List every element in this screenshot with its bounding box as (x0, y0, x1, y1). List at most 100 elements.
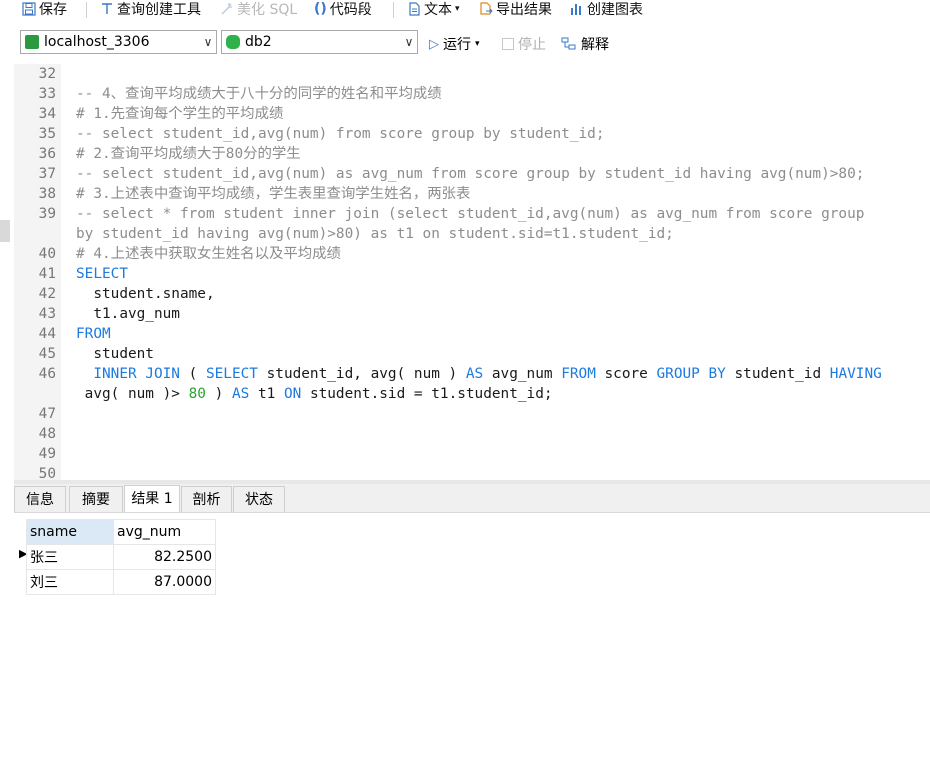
code-text: by student_id having avg(num)>80) as t1 … (76, 224, 674, 244)
code-token: t1.avg_num (76, 306, 180, 322)
explain-button[interactable]: 解释 (561, 34, 609, 54)
code-token: SELECT (76, 266, 128, 282)
code-line: 33 -- 4、查询平均成绩大于八十分的同学的姓名和平均成绩 (14, 84, 928, 104)
beautify-sql-button[interactable]: 美化 SQL (220, 0, 297, 18)
text-button[interactable]: 文本 ▾ (407, 0, 460, 18)
save-icon (22, 2, 36, 16)
table-row[interactable]: 刘三 87.0000 (26, 569, 216, 595)
code-text: # 1.先查询每个学生的平均成绩 (76, 104, 283, 124)
code-token: -- select * from student inner join (sel… (76, 206, 865, 222)
save-button[interactable]: 保存 (22, 0, 67, 18)
code-token: # 4.上述表中获取女生姓名以及平均成绩 (76, 246, 341, 262)
line-number: 34 (38, 106, 56, 122)
code-line: 37 -- select student_id,avg(num) as avg_n… (14, 164, 928, 184)
code-token: ) (205, 386, 232, 402)
stop-label: 停止 (518, 37, 546, 53)
code-token: 80 (188, 386, 206, 402)
run-label: 运行 (443, 37, 471, 53)
document-icon (409, 2, 420, 16)
line-number: 32 (38, 66, 56, 82)
main-toolbar: 保存 查询创建工具 美化 SQL () 代码段 文本 ▾ 导出结果 创建图表 (0, 0, 930, 20)
explain-label: 解释 (581, 37, 609, 53)
column-header-sname[interactable]: sname (26, 519, 114, 545)
tab-result-1[interactable]: 结果 1 (124, 485, 180, 512)
connection-select[interactable]: localhost_3306 ∨ (20, 30, 217, 54)
table-row[interactable]: 张三 82.2500 (26, 544, 216, 570)
code-token: student.sname, (76, 286, 215, 302)
code-line: 44 FROM (14, 324, 928, 344)
line-number: 45 (38, 346, 56, 362)
tab-info[interactable]: 信息 (14, 486, 66, 512)
code-line: by student_id having avg(num)>80) as t1 … (14, 224, 928, 244)
grid-header-row: sname avg_num (26, 519, 216, 545)
code-token: # 3.上述表中查询平均成绩，学生表里查询学生姓名，两张表 (76, 186, 471, 202)
sql-editor[interactable]: 32 33 -- 4、查询平均成绩大于八十分的同学的姓名和平均成绩 34 # 1.先查询… (14, 64, 928, 480)
toolbar-divider (393, 2, 394, 18)
code-text: FROM (76, 324, 111, 344)
code-line: 34 # 1.先查询每个学生的平均成绩 (14, 104, 928, 124)
code-line: 35 -- select student_id,avg(num) from sco… (14, 124, 928, 144)
code-line: 43 t1.avg_num (14, 304, 928, 324)
code-token: student.sid = t1.student_id; (301, 386, 553, 402)
code-token: avg_num (483, 366, 562, 382)
bar-chart-icon (571, 4, 581, 15)
line-number: 40 (38, 246, 56, 262)
code-text: student (76, 344, 154, 364)
tab-status[interactable]: 状态 (233, 486, 285, 512)
code-line: 48 (14, 424, 928, 444)
code-token: avg( num )> (76, 386, 189, 402)
result-tabs: 信息 摘要 结果 1 剖析 状态 (14, 484, 930, 512)
code-token: FROM (76, 326, 111, 342)
save-label: 保存 (39, 2, 67, 18)
database-select[interactable]: db2 ∨ (221, 30, 418, 54)
line-number: 43 (38, 306, 56, 322)
code-token: -- select student_id,avg(num) from score… (76, 126, 605, 142)
database-value: db2 (245, 34, 272, 50)
query-builder-label: 查询创建工具 (117, 2, 201, 18)
code-text: INNER JOIN ( SELECT student_id, avg( num… (76, 364, 881, 384)
chevron-down-icon: ∨ (203, 35, 213, 49)
code-line: 40 # 4.上述表中获取女生姓名以及平均成绩 (14, 244, 928, 264)
code-token: ON (283, 386, 302, 402)
connection-icon (25, 35, 39, 49)
line-number: 47 (38, 406, 56, 422)
line-number: 42 (38, 286, 56, 302)
cell-avg-num[interactable]: 82.2500 (113, 544, 216, 570)
create-chart-label: 创建图表 (587, 2, 643, 18)
query-builder-button[interactable]: 查询创建工具 (100, 0, 201, 18)
line-number: 41 (38, 266, 56, 282)
stop-button[interactable]: 停止 (502, 34, 546, 54)
cell-avg-num[interactable]: 87.0000 (113, 569, 216, 595)
code-text: # 2.查询平均成绩大于80分的学生 (76, 144, 301, 164)
line-number: 48 (38, 426, 56, 442)
connection-value: localhost_3306 (44, 34, 150, 50)
code-snippet-button[interactable]: () 代码段 (314, 0, 372, 18)
line-number: 36 (38, 146, 56, 162)
code-line: 47 (14, 404, 928, 424)
result-panel: ▶ sname avg_num 张三 82.2500 刘三 87.0000 (14, 512, 930, 778)
chevron-down-icon: ∨ (404, 35, 414, 49)
run-button[interactable]: ▷ 运行 ▾ (429, 34, 480, 54)
column-header-avg-num[interactable]: avg_num (113, 519, 216, 545)
code-line: 46 INNER JOIN ( SELECT student_id, avg( … (14, 364, 928, 384)
cell-sname[interactable]: 张三 (26, 544, 114, 570)
code-token: -- 4、查询平均成绩大于八十分的同学的姓名和平均成绩 (76, 86, 442, 102)
tab-summary[interactable]: 摘要 (69, 486, 123, 512)
cell-sname[interactable]: 刘三 (26, 569, 114, 595)
query-builder-icon (102, 3, 112, 14)
code-token: # 1.先查询每个学生的平均成绩 (76, 106, 284, 122)
export-result-button[interactable]: 导出结果 (479, 0, 552, 18)
code-token: score (595, 366, 657, 382)
create-chart-button[interactable]: 创建图表 (570, 0, 643, 18)
code-line: 41 SELECT (14, 264, 928, 284)
explain-icon (561, 37, 576, 50)
code-line: avg( num )> 80 ) AS t1 ON student.sid = … (14, 384, 928, 404)
code-token: GROUP BY (656, 366, 726, 382)
code-token: INNER JOIN (93, 366, 180, 382)
code-text: -- select * from student inner join (sel… (76, 204, 864, 224)
code-line: 50 (14, 464, 928, 480)
stop-icon (502, 38, 514, 50)
code-text: student.sname, (76, 284, 215, 304)
code-token: student (76, 346, 154, 362)
tab-profile[interactable]: 剖析 (181, 486, 232, 512)
